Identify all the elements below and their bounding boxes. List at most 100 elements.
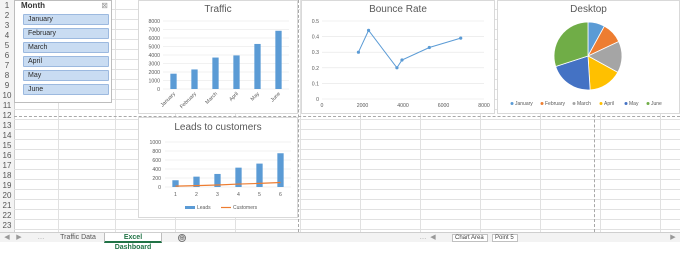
data-point [400,58,404,62]
x-tick-label: April [228,91,240,103]
y-tick-label: 4000 [148,53,160,59]
slicer-item-january[interactable]: January [23,14,109,25]
slicer-item-june[interactable]: June [23,84,109,95]
x-tick-label: 1 [174,192,177,198]
bar [170,73,177,89]
bar [191,69,198,89]
slicer-item-april[interactable]: April [23,56,109,67]
legend-label: February [545,101,566,107]
y-tick-label: 2000 [148,70,160,76]
y-tick-label: 0.3 [312,50,319,56]
x-tick-label: 8000 [478,103,490,109]
row-gridline [14,159,680,160]
data-point [366,28,371,32]
y-tick-label: 200 [152,176,161,182]
customers-line [175,181,281,187]
data-point [395,66,399,70]
traffic-chart[interactable]: Traffic 0 1000 2000 3000 4000 5000 6000 7000 800… [138,0,298,114]
bar [233,55,240,89]
x-tick-label: 4000 [397,103,409,109]
x-tick-label: January [160,91,178,109]
y-tick-label: 0 [158,185,161,191]
month-slicer[interactable]: Month ⊠ January February March April May June [14,0,112,103]
legend-label: May [629,101,639,107]
x-tick-label: February [179,91,198,110]
legend-label: March [577,101,591,107]
traffic-chart-plot: 0 1000 2000 3000 4000 5000 6000 7000 8000 January… [148,19,289,110]
leads-chart-plot: 0 200 400 600 800 1000 1 2 3 4 5 6 Leads Customers [149,140,291,211]
name-box-point[interactable]: Point 5 [492,234,518,242]
x-tick-label: May [250,91,261,102]
y-tick-label: 0.1 [312,81,319,87]
series-line [357,29,461,69]
bar [277,153,284,187]
sheet-tab-bar: ◀ ▶ … Traffic Data Excel Dashboard ⊕ … ◀… [0,232,680,251]
y-tick-label: 6000 [148,36,160,42]
row-gridline [14,179,680,180]
row-gridline [14,149,680,150]
slicer-item-march[interactable]: March [23,42,109,53]
y-tick-label: 5000 [148,45,160,51]
bounce-rate-chart-plot: 0 0.1 0.2 0.3 0.4 0.5 0 2000 4000 6000 8000 [312,19,490,109]
row-number[interactable]: 23 [0,220,14,231]
legend-label: April [604,101,614,107]
x-tick-label: 6000 [438,103,450,109]
x-tick-label: March [204,91,219,106]
row-gridline [14,119,680,120]
y-tick-label: 800 [152,149,161,155]
slicer-title: Month [21,1,45,10]
x-tick-label: 0 [321,103,324,109]
row-header[interactable]: 1 2 3 4 5 6 7 8 9 10 11 12 13 14 15 16 17 18 19 20 21 22 23 [0,0,15,232]
legend-marker [624,102,628,105]
row-gridline [14,199,680,200]
legend-marker [572,102,576,105]
x-tick-label: 5 [258,192,261,198]
y-tick-label: 7000 [148,28,160,34]
row-gridline [14,229,680,230]
desktop-chart[interactable]: Desktop January February March April May June [497,0,680,114]
row-gridline [14,189,680,190]
legend-marker [185,206,195,209]
bar [212,57,219,89]
legend-label: Customers [233,205,258,211]
y-tick-label: 0 [157,87,160,93]
name-box-chart-area[interactable]: Chart Area [452,234,488,242]
data-point [427,45,431,50]
bar [275,30,282,89]
data-point [356,50,361,54]
page-break-line [14,116,680,117]
y-tick-label: 8000 [148,19,160,25]
x-tick-label: 6 [279,192,282,198]
x-tick-label: 3 [216,192,219,198]
legend-marker [599,102,603,105]
y-tick-label: 0.5 [312,19,319,25]
filter-clear-icon[interactable]: ⊠ [101,1,108,10]
bounce-rate-chart[interactable]: Bounce Rate 0 0.1 0.2 0.3 0.4 0.5 0 2000 4000 600… [301,0,495,114]
legend-marker [510,102,514,105]
row-gridline [14,139,680,140]
row-gridline [14,219,680,220]
leads-chart[interactable]: Leads to customers 0 200 400 600 800 1000 1 2 3 4… [138,117,298,218]
y-tick-label: 1000 [148,79,160,85]
legend-label: June [651,101,662,107]
legend-label: Leads [197,205,211,211]
add-sheet-icon[interactable]: ⊕ [178,234,186,242]
x-tick-label: 4 [237,192,240,198]
y-tick-label: 0 [316,97,319,103]
row-gridline [14,209,680,210]
y-tick-label: 1000 [149,140,161,146]
legend-marker [540,102,544,105]
data-point [459,36,463,40]
y-tick-label: 400 [152,167,161,173]
bar [254,43,261,89]
y-tick-label: 600 [152,158,161,164]
y-tick-label: 0.2 [312,66,319,72]
y-tick-label: 3000 [148,62,160,68]
y-tick-label: 0.4 [312,35,319,41]
x-tick-label: June [270,91,282,103]
legend-marker [646,102,650,105]
legend-label: January [515,101,533,107]
slicer-item-february[interactable]: February [23,28,109,39]
slicer-item-may[interactable]: May [23,70,109,81]
row-gridline [14,129,680,130]
